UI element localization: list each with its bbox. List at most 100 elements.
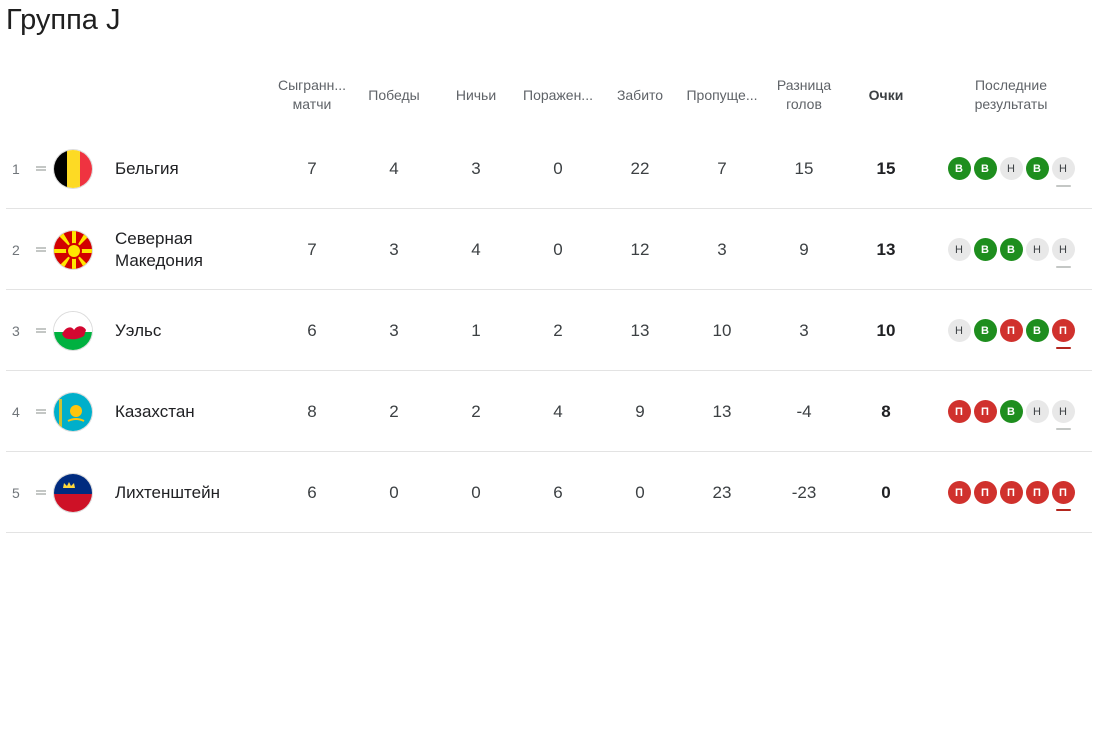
last-results: НВВНН (936, 209, 1086, 290)
stat-wins: 3 (389, 320, 399, 340)
header-draws[interactable]: Ничьи (435, 62, 517, 128)
header-last-results: Последние результаты (936, 62, 1086, 128)
header-points[interactable]: Очки (845, 62, 927, 128)
position-trend-icon (34, 128, 48, 209)
stat-played: 8 (307, 401, 317, 421)
stat-wins: 2 (389, 401, 399, 421)
result-badge-win[interactable]: В (973, 157, 997, 180)
stat-goals-for: 22 (630, 158, 650, 178)
header-goals-against[interactable]: Пропуще... (681, 62, 763, 128)
standings-table: Сыгранн... матчи Победы Ничьи Поражен... … (6, 62, 1092, 533)
position-trend-icon (34, 371, 48, 452)
result-badge-draw[interactable]: Н (947, 238, 971, 261)
position-trend-icon (34, 452, 48, 533)
result-badge-win[interactable]: В (1025, 157, 1049, 180)
header-gd-line1: Разница (776, 77, 832, 93)
result-badge-loss[interactable]: П (973, 400, 997, 423)
header-last-line2: результаты (974, 96, 1048, 112)
team-name[interactable]: Казахстан (115, 371, 265, 452)
last-results: НВПВП (936, 290, 1086, 371)
stat-losses: 0 (553, 158, 563, 178)
header-losses-label: Поражен... (523, 86, 593, 103)
stat-draws: 3 (471, 158, 481, 178)
last-results: ППППП (936, 452, 1086, 533)
stat-wins: 0 (389, 482, 399, 502)
result-badge-draw[interactable]: Н (1025, 238, 1049, 261)
stat-goals-against: 3 (717, 239, 727, 259)
result-badge-win[interactable]: В (973, 238, 997, 261)
table-row[interactable]: 2 Северная Македония 7 3 4 0 12 3 9 13 Н В В Н Н (6, 209, 1092, 290)
header-wins-label: Победы (368, 86, 420, 103)
result-badge-draw[interactable]: Н (999, 157, 1023, 180)
stat-points: 8 (881, 401, 891, 421)
team-flag (52, 209, 94, 290)
stat-goals-for: 0 (635, 482, 645, 502)
stat-goal-difference: 9 (799, 239, 809, 259)
result-badge-win[interactable]: В (1025, 319, 1049, 342)
table-row[interactable]: 3 Уэльс 6 3 1 2 13 10 3 10 Н В П В П (6, 290, 1092, 371)
result-badge-win[interactable]: В (947, 157, 971, 180)
team-flag (52, 452, 94, 533)
stat-points: 15 (876, 158, 896, 178)
header-last-line1: Последние (974, 77, 1047, 93)
stat-points: 0 (881, 482, 891, 502)
header-goals-for[interactable]: Забито (599, 62, 681, 128)
stat-losses: 2 (553, 320, 563, 340)
header-played-line2: матчи (292, 96, 332, 112)
result-badge-win[interactable]: В (973, 319, 997, 342)
result-badge-draw[interactable]: Н (1025, 400, 1049, 423)
position: 1 (12, 160, 20, 177)
result-badge-draw[interactable]: Н (1051, 238, 1075, 268)
team-name[interactable]: Бельгия (115, 128, 265, 209)
north-macedonia-flag-icon (53, 229, 93, 270)
stat-points: 10 (876, 320, 896, 340)
stat-goal-difference: 15 (794, 158, 814, 178)
stat-goals-for: 9 (635, 401, 645, 421)
stat-draws: 4 (471, 239, 481, 259)
header-played[interactable]: Сыгранн... матчи (271, 62, 353, 128)
stat-goals-for: 13 (630, 320, 650, 340)
stat-played: 7 (307, 158, 317, 178)
position: 3 (12, 322, 20, 339)
table-row[interactable]: 4 Казахстан 8 2 2 4 9 13 -4 8 П П В Н Н (6, 371, 1092, 452)
table-body: 1 Бельгия 7 4 3 0 22 7 15 15 В В Н В Н 2 Северная Македо… (6, 128, 1092, 533)
stat-goals-against: 23 (712, 482, 732, 502)
stat-played: 7 (307, 239, 317, 259)
stat-goals-against: 7 (717, 158, 727, 178)
header-wins[interactable]: Победы (353, 62, 435, 128)
stat-goal-difference: -4 (796, 401, 812, 421)
table-row[interactable]: 5 Лихтенштейн 6 0 0 6 0 23 -23 0 П П П П П (6, 452, 1092, 533)
result-badge-loss[interactable]: П (1051, 319, 1075, 349)
stat-points: 13 (876, 239, 896, 259)
result-badge-loss[interactable]: П (973, 481, 997, 504)
result-badge-draw[interactable]: Н (947, 319, 971, 342)
table-header: Сыгранн... матчи Победы Ничьи Поражен... … (6, 62, 1092, 128)
result-badge-draw[interactable]: Н (1051, 157, 1075, 187)
result-badge-win[interactable]: В (999, 400, 1023, 423)
result-badge-loss[interactable]: П (1051, 481, 1075, 511)
team-name[interactable]: Северная Македония (115, 209, 265, 290)
position-trend-icon (34, 290, 48, 371)
result-badge-loss[interactable]: П (999, 481, 1023, 504)
team-name[interactable]: Лихтенштейн (115, 452, 265, 533)
result-badge-loss[interactable]: П (999, 319, 1023, 342)
team-flag (52, 290, 94, 371)
result-badge-loss[interactable]: П (947, 481, 971, 504)
stat-goals-for: 12 (630, 239, 650, 259)
stat-played: 6 (307, 482, 317, 502)
table-row[interactable]: 1 Бельгия 7 4 3 0 22 7 15 15 В В Н В Н (6, 128, 1092, 209)
team-name[interactable]: Уэльс (115, 290, 265, 371)
result-badge-draw[interactable]: Н (1051, 400, 1075, 430)
team-flag (52, 128, 94, 209)
header-losses[interactable]: Поражен... (517, 62, 599, 128)
group-title: Группа J (6, 4, 121, 36)
result-badge-win[interactable]: В (999, 238, 1023, 261)
result-badge-loss[interactable]: П (947, 400, 971, 423)
stat-goals-against: 10 (712, 320, 732, 340)
stat-losses: 0 (553, 239, 563, 259)
header-goal-difference[interactable]: Разница голов (763, 62, 845, 128)
stat-played: 6 (307, 320, 317, 340)
result-badge-loss[interactable]: П (1025, 481, 1049, 504)
team-flag (52, 371, 94, 452)
header-ga-label: Пропуще... (686, 86, 758, 103)
